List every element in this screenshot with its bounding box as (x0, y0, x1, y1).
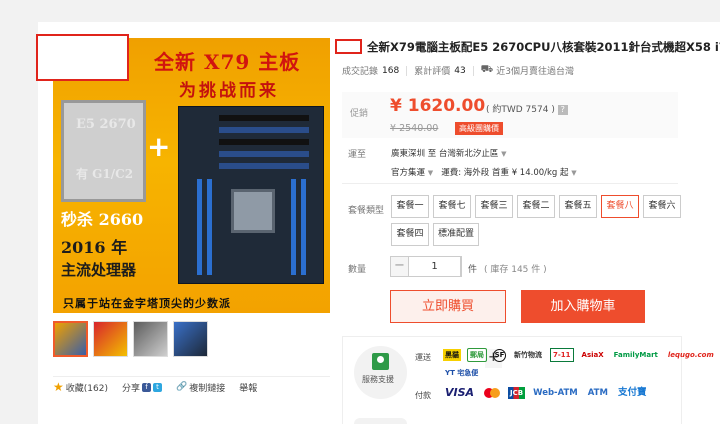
package-option[interactable]: 套餐四 (391, 223, 429, 246)
package-option[interactable]: 套餐五 (559, 195, 597, 218)
black-cat-logo: 黑貓 (443, 349, 461, 361)
thumbnail-2[interactable] (93, 321, 128, 357)
deals-label: 成交記錄 (342, 67, 379, 77)
cpu-step-text: 有 G1/C2 (76, 167, 134, 181)
recent-label: 近3個月賣往過台灣 (496, 67, 574, 77)
asiax-logo: AsiaX (581, 351, 604, 359)
package-option[interactable]: 套餐一 (391, 195, 429, 218)
post-office-logo: 郵局 (467, 348, 487, 362)
quantity-stepper: − 1 + (390, 256, 502, 368)
service-circle-2 (354, 418, 407, 424)
delivery-label: 運送 (415, 353, 431, 362)
package-option[interactable]: 套餐七 (433, 195, 471, 218)
deals-value: 168 (382, 65, 400, 76)
cpu-model-text: E5 2670 (76, 117, 136, 132)
package-option[interactable]: 套餐三 (475, 195, 513, 218)
copy-link-label: 複制鏈接 (189, 383, 226, 394)
star-icon: ★ (53, 380, 64, 394)
truck-icon: ⛟ (480, 64, 494, 75)
package-option[interactable]: 套餐六 (643, 195, 681, 218)
quantity-label: 數量 (348, 265, 367, 275)
share-label: 分享 (121, 383, 140, 394)
package-option[interactable]: 標准配置 (433, 223, 479, 246)
image-plus-sign: + (147, 130, 171, 163)
quantity-input[interactable]: 1 (408, 257, 461, 276)
shipping-route[interactable]: 廣東深圳 至 台灣新北汐止區 ▼ (391, 147, 507, 159)
alipay-logo: 支付寶 (617, 387, 647, 398)
product-stats: 成交記錄 168 累計評價 43 ⛟ 近3個月賣往過台灣 (342, 64, 574, 77)
copy-link-button[interactable]: 🔗 複制鏈接 (176, 381, 225, 394)
yamato-logo: YT 宅急便 (445, 369, 479, 377)
share-button[interactable]: 分享 f t (122, 381, 162, 394)
report-button[interactable]: 舉報 (239, 381, 257, 394)
shipping-label: 運至 (348, 150, 367, 160)
shipping-method-text: 官方集運 (391, 168, 426, 178)
shipping-fee-text: 運費: 海外段 首重 ¥ 14.00/kg 起 (441, 168, 569, 178)
hct-logo: 新竹物流 (514, 351, 542, 359)
image-main-text: 主流处理器 (61, 261, 137, 279)
visa-logo: VISA (445, 386, 475, 399)
motherboard-graphic (178, 106, 324, 284)
converted-price: ( 約TWD 7574 ) ? (486, 102, 568, 115)
report-label: 舉報 (239, 383, 258, 394)
favorite-label: 收藏(162) (65, 383, 108, 394)
support-icon (372, 353, 389, 370)
image-slogan-text: 只属于站在金字塔顶尖的少数派 (63, 297, 231, 310)
jcb-logo: JCB (508, 387, 526, 399)
help-icon[interactable]: ? (557, 105, 568, 115)
reviews-value[interactable]: 43 (454, 66, 465, 76)
group-buy-badge: 高級團購價 (455, 122, 503, 135)
original-price: ¥ 2540.00 (390, 123, 439, 134)
redaction-box (36, 34, 129, 81)
web-atm-logo: Web-ATM (533, 388, 578, 398)
price-box: 促銷 ¥ 1620.00 ( 約TWD 7574 ) ? ¥ 2540.00 高… (342, 92, 678, 138)
thumbnail-4[interactable] (173, 321, 208, 357)
price-label: 促銷 (350, 109, 369, 119)
link-icon: 🔗 (175, 382, 188, 392)
seven-eleven-logo: 7-11 (550, 348, 574, 362)
chevron-down-icon: ▼ (501, 150, 507, 158)
image-year-text: 2016 年 (61, 238, 128, 257)
shipping-method[interactable]: 官方集運 ▼ 運費: 海外段 首重 ¥ 14.00/kg 起 ▼ (391, 166, 577, 178)
thumbnail-1[interactable] (53, 321, 88, 357)
title-redaction-box (335, 39, 362, 54)
twitter-icon[interactable]: t (152, 382, 162, 392)
thumbnail-strip (53, 321, 208, 357)
image-subtitle-text: 为挑战而来 (179, 81, 279, 101)
quantity-unit: 件 (468, 265, 478, 275)
current-price: ¥ 1620.00 (390, 96, 486, 116)
add-to-cart-button[interactable]: 加入購物車 (521, 290, 645, 323)
payment-logos: VISA JCB Web-ATM ATM 支付寶 (443, 387, 648, 399)
reviews-label: 累計評價 (414, 67, 451, 77)
cpu-chip-graphic: E5 2670 有 G1/C2 (61, 100, 146, 202)
buy-now-button[interactable]: 立即購買 (390, 290, 506, 323)
service-label: 服務支援 (362, 375, 394, 384)
delivery-logos-row1: 黑貓 郵局 SF 新竹物流 7-11 AsiaX FamilyMart lequ… (443, 348, 716, 362)
package-option-selected[interactable]: 套餐八 (601, 195, 639, 218)
cpu-socket-graphic (231, 189, 275, 233)
image-promo-text: 秒杀 2660 (61, 210, 144, 229)
sf-express-logo: SF (493, 348, 506, 362)
package-option[interactable]: 套餐二 (517, 195, 555, 218)
chevron-down-icon: ▼ (571, 169, 577, 177)
product-title: 全新X79電腦主板配E5 2670CPU八核套裝2011針台式機超X58 i7 (367, 40, 720, 54)
familymart-logo: FamilyMart (613, 351, 658, 359)
stock-text: ( 庫存 145 件 ) (484, 265, 547, 275)
lequgo-logo: lequgo.com (667, 351, 714, 359)
converted-price-text: ( 約TWD 7574 ) (486, 105, 555, 115)
facebook-icon[interactable]: f (141, 382, 151, 392)
product-actions: ★ 收藏(162) 分享 f t 🔗 複制鏈接 舉報 (53, 376, 330, 394)
image-title-text: 全新 X79 主板 (154, 50, 301, 74)
favorite-button[interactable]: ★ 收藏(162) (53, 380, 108, 394)
package-label: 套餐類型 (348, 206, 385, 216)
payment-label: 付款 (415, 391, 431, 400)
atm-logo: ATM (587, 388, 608, 398)
chevron-down-icon: ▼ (427, 169, 434, 177)
section-divider (342, 183, 678, 184)
shipping-route-text: 廣東深圳 至 台灣新北汐止區 (391, 149, 499, 159)
thumbnail-3[interactable] (133, 321, 168, 357)
mastercard-logo (482, 387, 502, 399)
delivery-logos-row2: YT 宅急便 (443, 367, 480, 379)
quantity-minus-button[interactable]: − (391, 257, 408, 276)
